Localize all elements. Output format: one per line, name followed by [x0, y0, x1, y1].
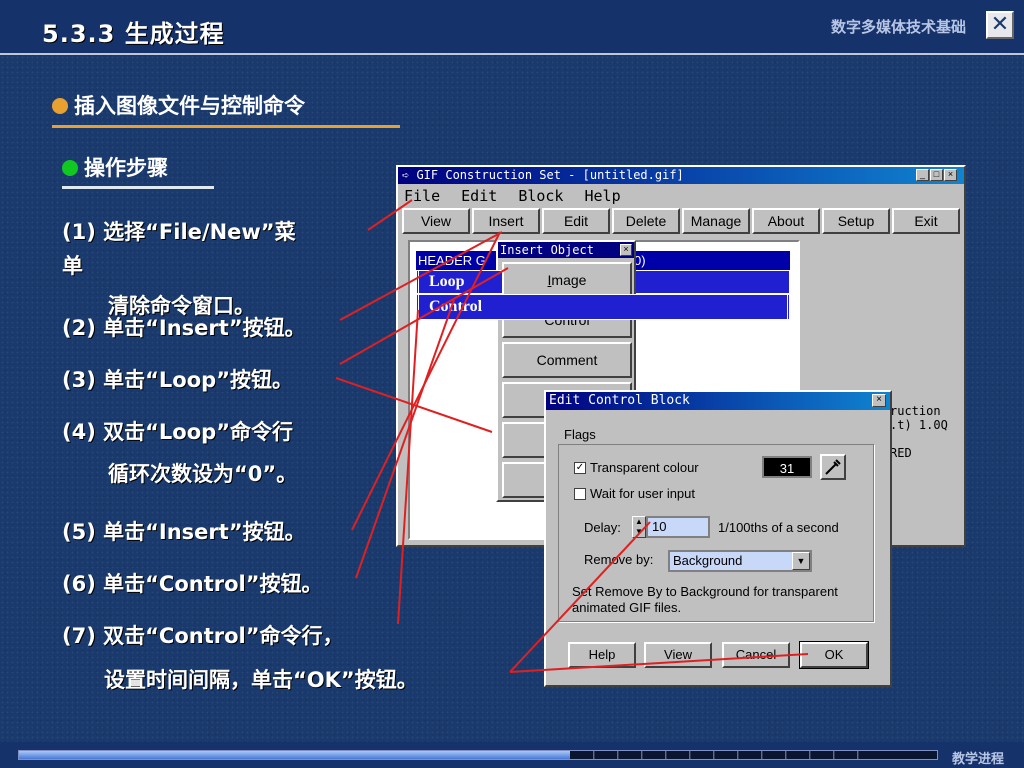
delay-input[interactable]: 10: [646, 516, 710, 538]
view-button[interactable]: View: [402, 208, 470, 234]
edit-control-block-dialog: Edit Control Block × Flags ✓ Transparent…: [544, 390, 892, 687]
step-1: (1) 选择“File/New”菜: [62, 220, 296, 244]
ok-button[interactable]: OK: [799, 641, 869, 669]
delay-spinner-icon[interactable]: ▲ ▼: [632, 516, 646, 538]
help-button[interactable]: Help: [568, 642, 636, 668]
exit-button[interactable]: Exit: [892, 208, 960, 234]
info-line-1: ruction: [890, 404, 941, 418]
course-name: 数字多媒体技术基础: [830, 18, 966, 36]
progress-segments: [593, 751, 859, 759]
close-icon[interactable]: ✕: [986, 11, 1014, 39]
menu-file[interactable]: File: [404, 187, 440, 205]
step-7-cont: 设置时间间隔，单击“OK”按钮。: [104, 668, 418, 692]
info-line-2: .t) 1.0Q: [890, 418, 948, 432]
wait-label: Wait for user input: [590, 486, 696, 501]
heading-insert-image: 插入图像文件与控制命令: [52, 90, 305, 120]
heading-steps-text: 操作步骤: [84, 156, 168, 180]
step-6: (6) 单击“Control”按钮。: [62, 572, 323, 596]
menu-edit[interactable]: Edit: [461, 187, 497, 205]
insert-comment-button[interactable]: Comment: [502, 342, 632, 378]
cancel-button[interactable]: Cancel: [722, 642, 790, 668]
step-1-cont: 单: [62, 254, 83, 278]
block-info-text: ruction .t) 1.0Q RED: [890, 404, 948, 460]
setup-button[interactable]: Setup: [822, 208, 890, 234]
menu-block[interactable]: Block: [518, 187, 563, 205]
edit-button[interactable]: Edit: [542, 208, 610, 234]
green-bullet-icon: [62, 160, 78, 176]
insert-close-icon[interactable]: ×: [620, 244, 632, 256]
insert-popup-title: Insert Object: [498, 242, 634, 258]
slide-title: 5.3.3 生成过程: [42, 20, 225, 48]
heading-insert-image-text: 插入图像文件与控制命令: [74, 94, 305, 118]
transparent-label: Transparent colour: [590, 460, 699, 475]
progress-label[interactable]: 教学进程: [952, 748, 1004, 767]
close-window-icon[interactable]: ×: [944, 169, 957, 181]
transparent-checkbox[interactable]: ✓: [574, 462, 586, 474]
color-picker-icon[interactable]: [820, 454, 846, 480]
insert-image-button[interactable]: Image: [502, 262, 632, 298]
step-4: (4) 双击“Loop”命令行: [62, 420, 293, 444]
maximize-icon[interactable]: □: [930, 169, 943, 181]
heading1-underline: [52, 125, 400, 128]
step-3: (3) 单击“Loop”按钮。: [62, 368, 293, 392]
delete-button[interactable]: Delete: [612, 208, 680, 234]
heading-steps: 操作步骤: [62, 152, 168, 182]
flags-label: Flags: [564, 427, 596, 442]
step-5: (5) 单击“Insert”按钮。: [62, 520, 306, 544]
remove-by-label: Remove by:: [584, 552, 654, 567]
app-title: GIF Construction Set - [untitled.gif]: [416, 168, 684, 182]
app-icon: ➪: [402, 168, 417, 182]
step-4-cont: 循环次数设为“0”。: [108, 462, 298, 486]
toolbar: View Insert Edit Delete Manage About Set…: [402, 208, 962, 234]
about-button[interactable]: About: [752, 208, 820, 234]
ecb-close-icon[interactable]: ×: [872, 394, 886, 407]
view-dialog-button[interactable]: View: [644, 642, 712, 668]
heading2-underline: [62, 186, 214, 189]
step-7: (7) 双击“Control”命令行，: [62, 624, 344, 648]
delay-label: Delay:: [584, 520, 621, 535]
insert-button[interactable]: Insert: [472, 208, 540, 234]
info-line-4: RED: [890, 446, 912, 460]
menu-help[interactable]: Help: [585, 187, 621, 205]
menu-bar: File Edit Block Help: [404, 187, 633, 205]
manage-button[interactable]: Manage: [682, 208, 750, 234]
remove-by-select[interactable]: Background: [668, 550, 812, 572]
chevron-down-icon[interactable]: ▼: [792, 552, 810, 570]
orange-bullet-icon: [52, 98, 68, 114]
ecb-title: Edit Control Block: [546, 392, 890, 410]
colour-value[interactable]: 31: [762, 456, 812, 478]
note-line-2: animated GIF files.: [572, 600, 682, 615]
list-header-text: HEADER G: [418, 253, 486, 268]
app-titlebar: ➪ GIF Construction Set - [untitled.gif]: [398, 167, 964, 184]
control-row-front[interactable]: Control: [418, 294, 788, 320]
wait-checkbox[interactable]: [574, 488, 586, 500]
minimize-icon[interactable]: _: [916, 169, 929, 181]
delay-units: 1/100ths of a second: [718, 520, 839, 535]
info-line-3: [890, 432, 948, 446]
loop-row-front[interactable]: Loop: [418, 270, 502, 294]
note-line-1: Set Remove By to Background for transpar…: [572, 584, 838, 599]
step-2: (2) 单击“Insert”按钮。: [62, 316, 306, 340]
